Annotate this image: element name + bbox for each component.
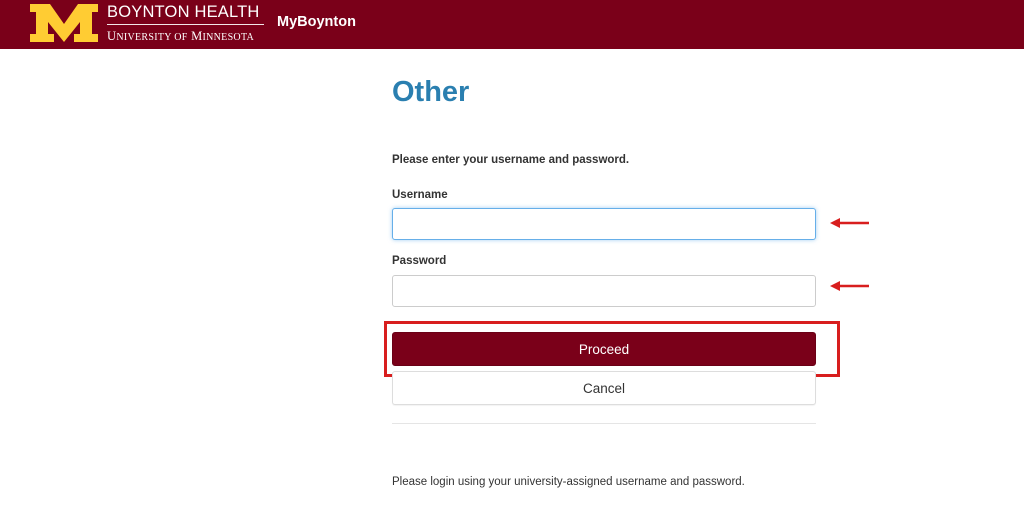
brand-divider [107,24,264,25]
brand-name: BOYNTON HEALTH [107,3,260,21]
proceed-button[interactable]: Proceed [392,332,816,366]
page-title: Other [392,76,470,108]
username-label: Username [392,189,448,201]
arrow-left-icon [830,281,869,291]
username-input[interactable] [392,208,816,240]
login-instructions: Please enter your username and password. [392,154,630,166]
arrow-left-icon [830,218,869,228]
university-m-logo-icon[interactable] [28,2,100,44]
top-header: BOYNTON HEALTH UNIVERSITY OF MINNESOTA M… [0,0,1024,49]
divider [392,423,816,424]
password-input[interactable] [392,275,816,307]
app-name-link[interactable]: MyBoynton [277,14,356,30]
login-help-note: Please login using your university-assig… [392,476,745,488]
password-label: Password [392,255,447,267]
cancel-button[interactable]: Cancel [392,371,816,405]
university-name: UNIVERSITY OF MINNESOTA [107,29,255,43]
